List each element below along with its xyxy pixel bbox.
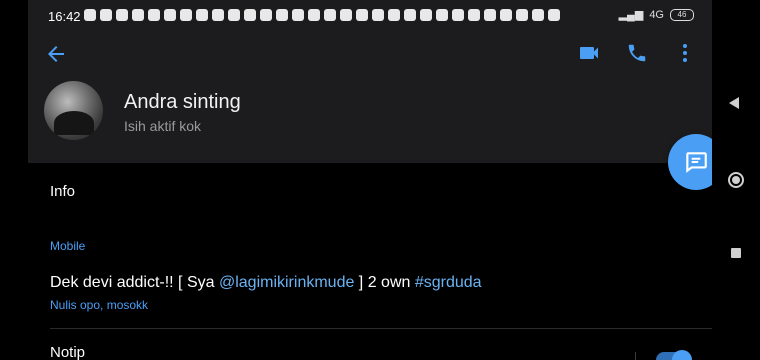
vertical-divider (635, 352, 636, 360)
back-arrow-icon[interactable] (44, 42, 68, 66)
bio-hashtag-link[interactable]: #sgrduda (415, 274, 482, 291)
status-bar: 16:42 ▂▄▆ 4G 46 (28, 0, 712, 34)
header-actions (576, 40, 698, 66)
bio-mention-link[interactable]: @lagimikirinkmude (219, 274, 354, 291)
notifications-toggle[interactable] (656, 350, 692, 360)
status-time: 16:42 (48, 9, 81, 24)
bio-subtitle: Nulis opo, mosokk (50, 298, 149, 312)
divider (50, 328, 712, 329)
status-right: ▂▄▆ 4G 46 (619, 8, 694, 21)
avatar[interactable] (44, 81, 103, 140)
more-vert-icon[interactable] (672, 40, 698, 66)
nav-home-icon[interactable] (728, 172, 744, 188)
message-icon (686, 152, 707, 173)
nav-back-icon[interactable] (729, 97, 739, 109)
nav-recents-icon[interactable] (731, 248, 741, 258)
contact-status: Isih aktif kok (124, 118, 202, 134)
app-screen: 16:42 ▂▄▆ 4G 46 Andra sinting Isih aktif… (28, 0, 712, 360)
network-type: 4G (649, 8, 664, 21)
system-nav-bar (712, 0, 760, 360)
video-call-icon[interactable] (576, 40, 602, 66)
profile-header: Andra sinting Isih aktif kok (28, 34, 712, 163)
notification-icons (84, 9, 560, 21)
message-fab-button[interactable] (668, 134, 712, 190)
info-section-title: Info (50, 183, 76, 200)
mobile-label: Mobile (50, 239, 86, 253)
contact-name: Andra sinting (124, 91, 241, 113)
notifications-label: Notip (50, 344, 86, 360)
signal-icon: ▂▄▆ (618, 9, 644, 21)
bio-middle: ] 2 own (354, 274, 415, 291)
bio-prefix: Dek devi addict-!! [ Sya (50, 274, 219, 291)
battery-icon: 46 (670, 8, 694, 21)
bio-text[interactable]: Dek devi addict-!! [ Sya @lagimikirinkmu… (50, 274, 482, 292)
phone-icon[interactable] (624, 40, 650, 66)
